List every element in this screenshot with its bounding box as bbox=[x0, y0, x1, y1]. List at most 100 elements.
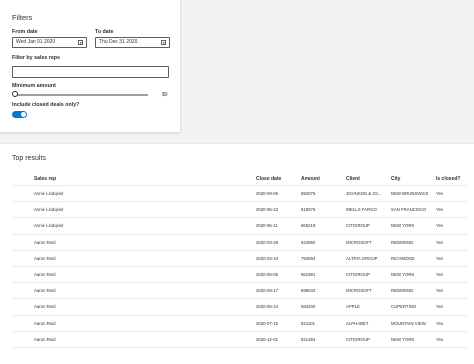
cell-client: ALTRIA GROUP bbox=[346, 255, 378, 261]
column-header-sales-rep[interactable]: Sales rep bbox=[34, 176, 256, 182]
calendar-icon[interactable] bbox=[78, 40, 83, 45]
table-row[interactable]: Annie Lindqvist 2020-09-06 892075 JOHNSON &… bbox=[12, 186, 468, 203]
cell-city: RICHMOND bbox=[391, 255, 415, 261]
cell-client: CITIGROUP bbox=[346, 272, 370, 278]
cell-sales-rep: Aaron Reid bbox=[34, 336, 56, 342]
table-row[interactable]: Annie Lindqvist 2020-06-11 865218 CITIGROUP… bbox=[12, 218, 468, 235]
cell-close-date: 2020-09-06 bbox=[256, 191, 278, 197]
sales-rep-input[interactable] bbox=[12, 66, 169, 78]
cell-city: REDMOND bbox=[391, 288, 414, 294]
cell-is-closed: Yes bbox=[436, 320, 444, 326]
results-table: Sales rep Close date Amount Client City … bbox=[12, 172, 468, 348]
to-date-label: To date bbox=[95, 29, 114, 35]
cell-is-closed: Yes bbox=[436, 255, 444, 261]
table-row[interactable]: Aaron Reid 2020-03-28 624850 MICROSOFT REDMO… bbox=[12, 235, 468, 251]
closed-deals-label: Include closed deals only? bbox=[12, 102, 80, 108]
cell-amount: 892075 bbox=[301, 191, 316, 197]
cell-client: APPLE bbox=[346, 304, 360, 310]
from-date-picker[interactable]: Wed Jan 01 2020 bbox=[12, 37, 87, 48]
cell-close-date: 2020-09-17 bbox=[256, 288, 278, 294]
from-date-value: Wed Jan 01 2020 bbox=[16, 39, 56, 45]
cell-close-date: 2020-05-22 bbox=[256, 207, 278, 213]
cell-close-date: 2020-06-11 bbox=[256, 223, 278, 229]
min-amount-value: $0 bbox=[162, 92, 168, 98]
slider-thumb[interactable] bbox=[12, 91, 18, 97]
cell-sales-rep: Aaron Reid bbox=[34, 304, 56, 310]
cell-sales-rep: Annie Lindqvist bbox=[34, 207, 64, 213]
from-date-label: From date bbox=[12, 29, 38, 35]
cell-amount: 584200 bbox=[301, 304, 316, 310]
cell-client: ALPHABET bbox=[346, 320, 369, 326]
min-amount-label: Minimum amount bbox=[12, 83, 56, 89]
cell-is-closed: Yes bbox=[436, 288, 444, 294]
cell-close-date: 2020-03-28 bbox=[256, 239, 278, 245]
cell-client: MICROSOFT bbox=[346, 239, 372, 245]
cell-amount: 865218 bbox=[301, 223, 316, 229]
cell-sales-rep: Aaron Reid bbox=[34, 320, 56, 326]
slider-track[interactable] bbox=[15, 94, 148, 96]
cell-close-date: 2020-07-15 bbox=[256, 320, 278, 326]
cell-is-closed: Yes bbox=[436, 336, 444, 342]
filters-panel: Filters From date Wed Jan 01 2020 To dat… bbox=[0, 0, 180, 132]
cell-city: NEW YORK bbox=[391, 336, 415, 342]
cell-amount: 898033 bbox=[301, 288, 316, 294]
cell-client: WELLS FARGO bbox=[346, 207, 377, 213]
sales-rep-label: Filter by sales reps bbox=[12, 55, 60, 61]
cell-city: NEW BRUNSWICK bbox=[391, 191, 429, 197]
cell-amount: 624850 bbox=[301, 239, 316, 245]
table-row[interactable]: Aaron Reid 2020-09-17 898033 MICROSOFT REDMO… bbox=[12, 283, 468, 300]
cell-city: NEW YORK bbox=[391, 272, 415, 278]
cell-amount: 862381 bbox=[301, 272, 316, 278]
to-date-picker[interactable]: Thu Dec 31 2020 bbox=[95, 37, 170, 48]
table-row[interactable]: Aaron Reid 2020-06-05 862381 CITIGROUP NEW Y… bbox=[12, 267, 468, 284]
cell-sales-rep: Annie Lindqvist bbox=[34, 191, 64, 197]
calendar-icon[interactable] bbox=[161, 40, 166, 45]
cell-client: MICROSOFT bbox=[346, 288, 372, 294]
cell-close-date: 2020-12-01 bbox=[256, 336, 278, 342]
cell-city: REDMOND bbox=[391, 239, 414, 245]
table-row[interactable]: Aaron Reid 2020-04-10 794094 ALTRIA GROUP RI… bbox=[12, 251, 468, 267]
cell-city: CUPERTINO bbox=[391, 304, 417, 310]
closed-deals-toggle[interactable] bbox=[12, 111, 27, 118]
cell-is-closed: Yes bbox=[436, 191, 444, 197]
to-date-value: Thu Dec 31 2020 bbox=[99, 39, 138, 45]
cell-close-date: 2020-06-24 bbox=[256, 304, 278, 310]
table-row[interactable]: Aaron Reid 2020-06-24 584200 APPLE CUPERTINO… bbox=[12, 299, 468, 316]
cell-sales-rep: Aaron Reid bbox=[34, 239, 56, 245]
table-row[interactable]: Aaron Reid 2020-12-01 821384 CITIGROUP NEW Y… bbox=[12, 332, 468, 348]
cell-sales-rep: Aaron Reid bbox=[34, 272, 56, 278]
cell-amount: 821384 bbox=[301, 336, 316, 342]
column-header-is-closed[interactable]: Is closed? bbox=[436, 176, 468, 182]
cell-is-closed: Yes bbox=[436, 272, 444, 278]
cell-close-date: 2020-04-10 bbox=[256, 255, 278, 261]
column-header-city[interactable]: City bbox=[391, 176, 436, 182]
cell-is-closed: Yes bbox=[436, 304, 444, 310]
cell-city: NEW YORK bbox=[391, 223, 415, 229]
cell-client: CITIGROUP bbox=[346, 336, 370, 342]
table-row[interactable]: Aaron Reid 2020-07-15 821101 ALPHABET MOUNTA… bbox=[12, 316, 468, 332]
cell-close-date: 2020-06-05 bbox=[256, 272, 278, 278]
column-header-close-date[interactable]: Close date bbox=[256, 176, 301, 182]
cell-is-closed: Yes bbox=[436, 223, 444, 229]
results-title: Top results bbox=[12, 155, 46, 162]
min-amount-slider[interactable]: $0 bbox=[12, 90, 170, 100]
cell-is-closed: Yes bbox=[436, 207, 444, 213]
column-header-client[interactable]: Client bbox=[346, 176, 391, 182]
cell-amount: 821101 bbox=[301, 320, 316, 326]
cell-sales-rep: Annie Lindqvist bbox=[34, 223, 64, 229]
cell-city: SAN FRANCISCO bbox=[391, 207, 427, 213]
cell-amount: 794094 bbox=[301, 255, 316, 261]
table-row[interactable]: Annie Lindqvist 2020-05-22 818976 WELLS FAR… bbox=[12, 202, 468, 219]
filters-title: Filters bbox=[12, 13, 33, 22]
from-date-group: From date Wed Jan 01 2020 bbox=[12, 29, 87, 48]
cell-client: CITIGROUP bbox=[346, 223, 370, 229]
cell-sales-rep: Aaron Reid bbox=[34, 288, 56, 294]
date-range: From date Wed Jan 01 2020 To date Thu De… bbox=[12, 29, 170, 48]
cell-is-closed: Yes bbox=[436, 239, 444, 245]
results-panel: Top results Sales rep Close date Amount … bbox=[0, 144, 474, 364]
cell-sales-rep: Aaron Reid bbox=[34, 255, 56, 261]
table-header: Sales rep Close date Amount Client City … bbox=[12, 172, 468, 186]
to-date-group: To date Thu Dec 31 2020 bbox=[95, 29, 170, 48]
column-header-amount[interactable]: Amount bbox=[301, 176, 346, 182]
table-body: Annie Lindqvist 2020-09-06 892075 JOHNSON &… bbox=[12, 186, 468, 348]
